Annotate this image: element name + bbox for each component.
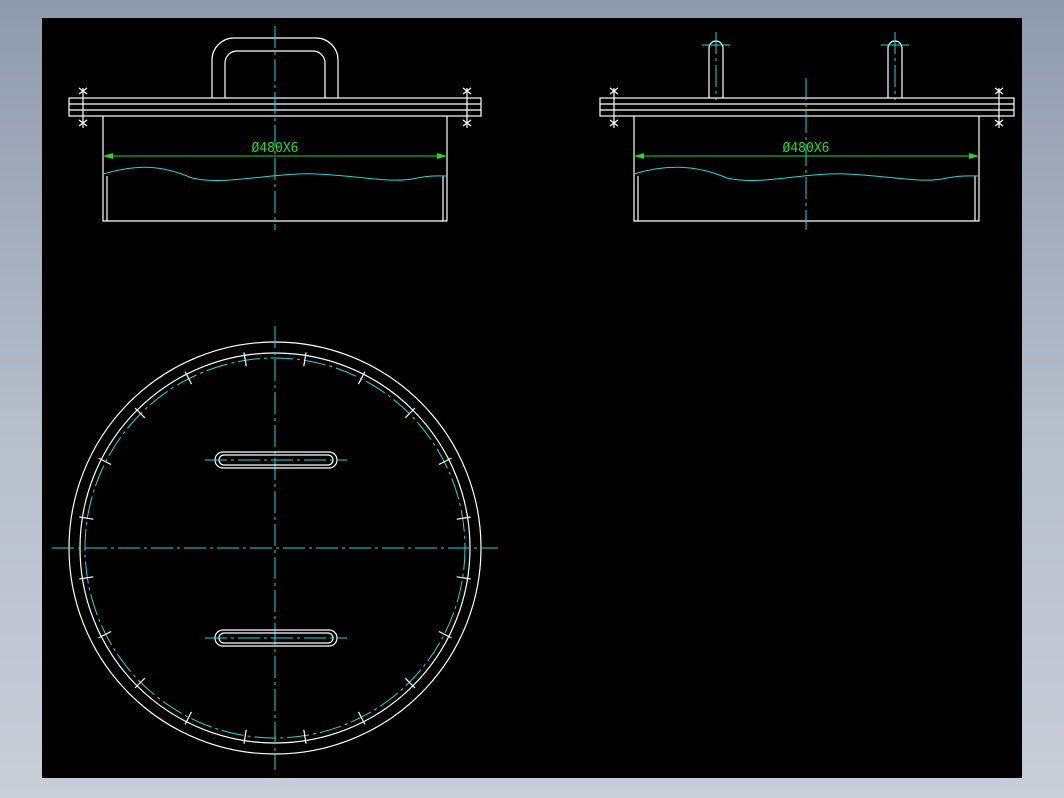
bolt-tick <box>134 407 146 419</box>
drawing-canvas: Ø480X6 Ø480X6 <box>42 18 1022 778</box>
cad-drawing: Ø480X6 Ø480X6 <box>52 26 1015 770</box>
upper-slot <box>205 451 347 469</box>
bolt-tick <box>404 677 416 689</box>
plan-view <box>52 326 498 770</box>
flange-plate <box>599 97 1015 117</box>
bolt-tick <box>79 576 94 580</box>
bolt-tick <box>456 576 471 580</box>
diameter-dimension: Ø480X6 <box>103 141 447 159</box>
dimension-label: Ø480X6 <box>252 141 299 156</box>
lower-slot <box>205 629 347 647</box>
bolt-tick <box>243 352 247 367</box>
diameter-dimension: Ø480X6 <box>634 141 979 159</box>
bolt-tick <box>456 516 471 520</box>
dimension-label: Ø480X6 <box>783 141 830 156</box>
bolt-tick <box>303 729 307 744</box>
bolt-tick <box>303 352 307 367</box>
bolt-tick <box>404 407 416 419</box>
bolt-tick <box>134 677 146 689</box>
bolt-tick <box>243 729 247 744</box>
front-view-handle: Ø480X6 <box>68 26 482 230</box>
front-view-lugs: Ø480X6 <box>599 32 1015 230</box>
bolt-tick <box>79 516 94 520</box>
